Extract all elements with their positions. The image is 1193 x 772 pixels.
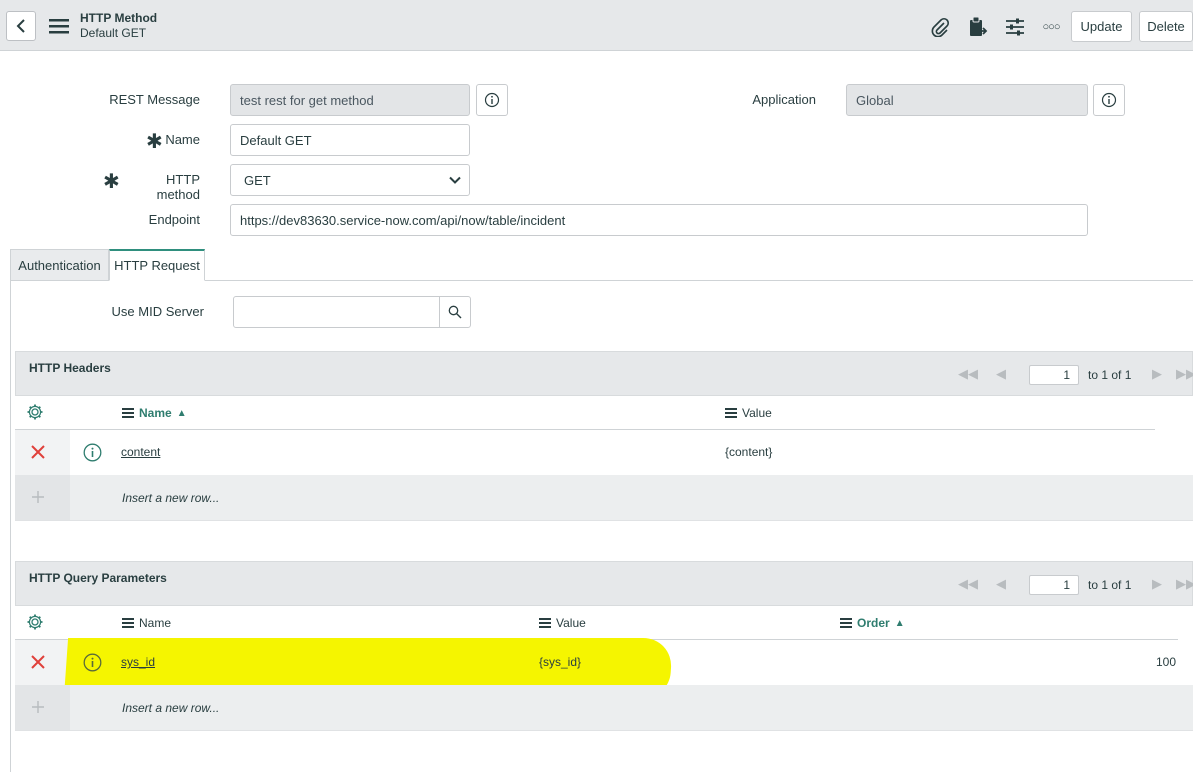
column-menu-icon[interactable] bbox=[725, 406, 737, 420]
form-title: HTTP Method bbox=[80, 11, 158, 25]
last-page-icon[interactable]: ▶▶ bbox=[1176, 366, 1193, 382]
column-value-label: Value bbox=[742, 406, 772, 420]
prev-page-icon[interactable]: ◀ bbox=[996, 366, 1006, 382]
plus-icon[interactable] bbox=[31, 700, 45, 717]
next-page-icon[interactable]: ▶ bbox=[1152, 366, 1162, 382]
column-name-header[interactable]: Name bbox=[122, 616, 171, 630]
form-subtitle: Default GET bbox=[80, 26, 147, 40]
column-name-header[interactable]: Name ▲ bbox=[122, 406, 187, 420]
table-row bbox=[15, 430, 1193, 476]
header-name-link[interactable]: content bbox=[121, 445, 160, 459]
http-method-select[interactable]: GET bbox=[230, 164, 470, 196]
first-page-icon[interactable]: ◀◀ bbox=[958, 366, 978, 382]
plus-icon[interactable] bbox=[31, 490, 45, 507]
column-value-label: Value bbox=[556, 616, 586, 630]
application-field[interactable]: Global bbox=[846, 84, 1088, 116]
name-input[interactable]: Default GET bbox=[230, 124, 470, 156]
column-order-header[interactable]: Order ▲ bbox=[840, 616, 905, 630]
hamburger-menu-icon[interactable] bbox=[49, 18, 69, 37]
paperclip-icon[interactable] bbox=[929, 16, 951, 38]
column-name-label: Name bbox=[139, 406, 172, 420]
tab-http-request[interactable]: HTTP Request bbox=[109, 249, 205, 281]
back-button[interactable] bbox=[6, 11, 36, 41]
params-page-input[interactable]: 1 bbox=[1029, 575, 1079, 595]
row-info-icon[interactable] bbox=[83, 653, 102, 675]
http-query-params-list-header bbox=[15, 561, 1193, 606]
delete-row-x-icon[interactable] bbox=[31, 445, 45, 462]
last-page-icon[interactable]: ▶▶ bbox=[1176, 576, 1193, 592]
header-value-cell: {content} bbox=[725, 445, 773, 459]
param-order-cell: 100 bbox=[1156, 655, 1177, 669]
mid-server-label: Use MID Server bbox=[111, 304, 204, 319]
sort-ascending-icon: ▲ bbox=[894, 617, 905, 629]
gear-icon[interactable] bbox=[26, 613, 44, 634]
param-name-link[interactable]: sys_id bbox=[121, 655, 155, 669]
application-label: Application bbox=[752, 92, 816, 107]
name-label: Name bbox=[165, 132, 200, 147]
column-value-header[interactable]: Value bbox=[539, 616, 586, 630]
endpoint-input[interactable]: https://dev83630.service-now.com/api/now… bbox=[230, 204, 1088, 236]
mid-server-input[interactable] bbox=[233, 296, 440, 328]
delete-row-x-icon[interactable] bbox=[31, 655, 45, 672]
tab-panel-border bbox=[10, 280, 11, 772]
chevron-down-icon bbox=[449, 176, 461, 184]
application-info-button[interactable] bbox=[1093, 84, 1125, 116]
info-icon bbox=[1101, 92, 1117, 108]
headers-page-input[interactable]: 1 bbox=[1029, 365, 1079, 385]
headers-page-text: to 1 of 1 bbox=[1088, 368, 1132, 382]
sort-ascending-icon: ▲ bbox=[176, 407, 187, 419]
params-page-text: to 1 of 1 bbox=[1088, 578, 1132, 592]
rest-message-info-button[interactable] bbox=[476, 84, 508, 116]
column-menu-icon[interactable] bbox=[122, 406, 134, 420]
rest-message-label: REST Message bbox=[109, 92, 200, 107]
http-headers-list-header bbox=[15, 351, 1193, 396]
mid-server-search-button[interactable] bbox=[439, 296, 471, 328]
rest-message-field[interactable]: test rest for get method bbox=[230, 84, 470, 116]
endpoint-label: Endpoint bbox=[148, 212, 200, 227]
column-value-header[interactable]: Value bbox=[725, 406, 772, 420]
required-asterisk-icon: ✱ bbox=[103, 171, 120, 193]
http-method-value: GET bbox=[244, 172, 271, 188]
info-icon bbox=[484, 92, 500, 108]
column-menu-icon[interactable] bbox=[122, 616, 134, 630]
params-column-header-row bbox=[15, 607, 1178, 640]
search-icon bbox=[448, 305, 462, 319]
next-page-icon[interactable]: ▶ bbox=[1152, 576, 1162, 592]
tab-authentication[interactable]: Authentication bbox=[10, 249, 109, 281]
more-options-icon[interactable]: ○○○ bbox=[1040, 16, 1062, 38]
param-value-cell: {sys_id} bbox=[539, 655, 582, 669]
first-page-icon[interactable]: ◀◀ bbox=[958, 576, 978, 592]
column-name-label: Name bbox=[139, 616, 172, 630]
update-button[interactable]: Update bbox=[1071, 11, 1132, 42]
prev-page-icon[interactable]: ◀ bbox=[996, 576, 1006, 592]
gear-icon[interactable] bbox=[26, 403, 44, 424]
column-menu-icon[interactable] bbox=[840, 616, 852, 630]
column-order-label: Order bbox=[857, 616, 890, 630]
clipboard-icon[interactable] bbox=[967, 16, 989, 38]
chevron-left-icon bbox=[16, 19, 25, 33]
insert-row-text[interactable]: Insert a new row... bbox=[122, 491, 219, 505]
http-query-params-title: HTTP Query Parameters bbox=[29, 571, 167, 585]
http-headers-title: HTTP Headers bbox=[29, 361, 111, 375]
column-menu-icon[interactable] bbox=[539, 616, 551, 630]
http-method-label: HTTP method bbox=[156, 172, 200, 202]
row-info-icon[interactable] bbox=[83, 443, 102, 465]
insert-row-text[interactable]: Insert a new row... bbox=[122, 701, 219, 715]
settings-sliders-icon[interactable] bbox=[1004, 16, 1026, 38]
delete-button[interactable]: Delete bbox=[1139, 11, 1193, 42]
